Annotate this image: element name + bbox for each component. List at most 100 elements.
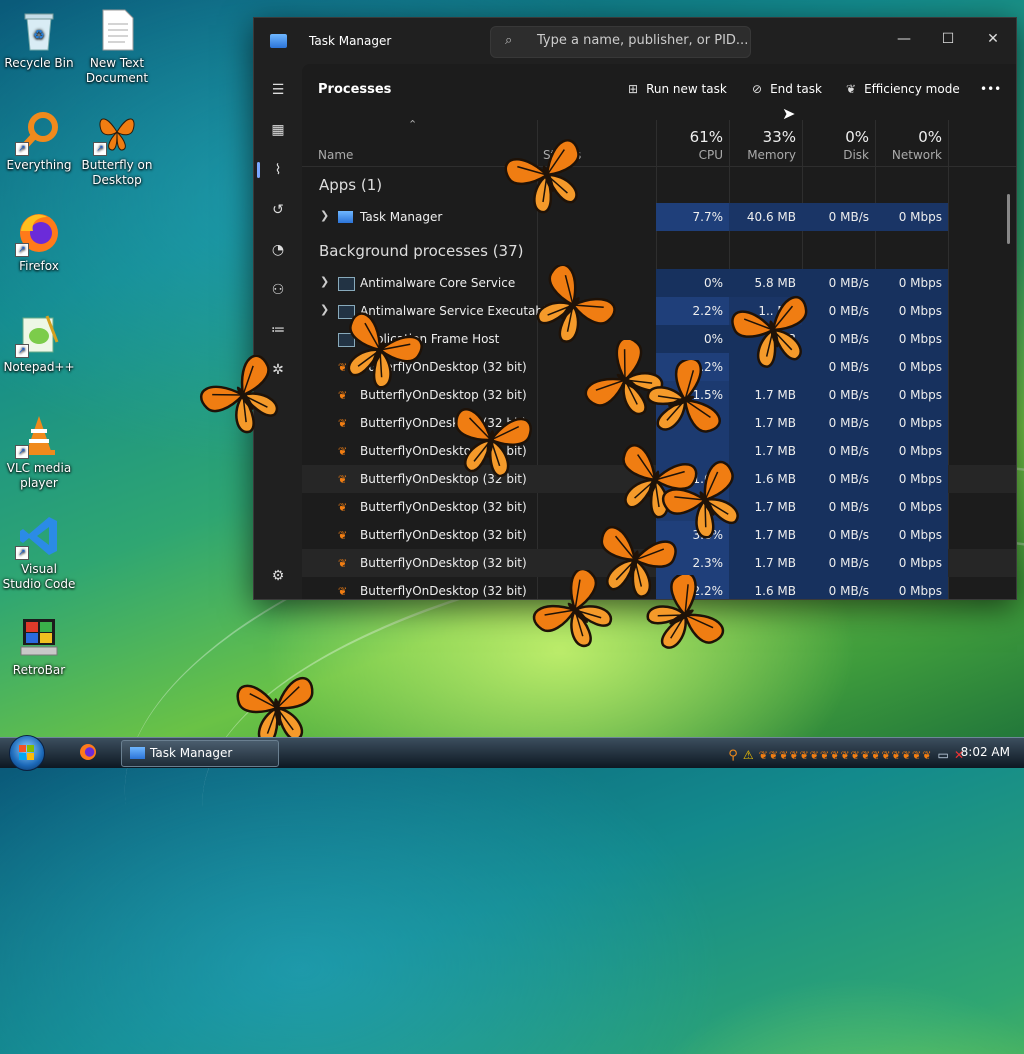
disk-cell: 0 MB/s [802, 381, 875, 409]
magnifier-icon: ↗ [15, 110, 61, 156]
efficiency-mode-button[interactable]: ❦ Efficiency mode [846, 82, 960, 96]
disk-usage-total: 0% [845, 128, 869, 146]
column-disk[interactable]: Disk [802, 148, 869, 162]
desktop-icon-butterfly[interactable]: ↗ Butterfly on Desktop [79, 110, 155, 188]
butterfly-tray-icons[interactable]: ❦❦❦❦❦❦❦❦❦❦❦❦❦❦❦❦❦ [759, 749, 933, 762]
memory-cell: 1.7 MB [729, 409, 802, 437]
processes-icon[interactable]: ▦ [264, 116, 292, 144]
disk-cell: 0 MB/s [802, 409, 875, 437]
search-input[interactable]: ⌕ Type a name, publisher, or PID... [490, 26, 751, 58]
system-tray: ⚲ ⚠ ❦❦❦❦❦❦❦❦❦❦❦❦❦❦❦❦❦ ▭ ✕ [728, 744, 964, 763]
network-cell: 0 Mbps [875, 549, 948, 577]
column-memory[interactable]: Memory [729, 148, 796, 162]
butterfly-process-icon: ❦ [338, 417, 348, 430]
butterfly-sprite [640, 575, 728, 655]
warning-tray-icon[interactable]: ⚠ [743, 748, 754, 762]
desktop-icon-everything[interactable]: ↗ Everything [1, 110, 77, 173]
cpu-cell: 2.2% [656, 297, 729, 325]
network-cell: 0 Mbps [875, 409, 948, 437]
network-cell: 0 Mbps [875, 353, 948, 381]
network-cell: 0 Mbps [875, 269, 948, 297]
network-cell: 0 Mbps [875, 297, 948, 325]
firefox-icon: ↗ [15, 211, 61, 257]
group-header-background: Background processes (37) [319, 242, 524, 260]
vertical-scrollbar[interactable] [1007, 194, 1010, 244]
svg-text:♻: ♻ [33, 28, 45, 43]
vscode-icon: ↗ [15, 514, 61, 560]
display-tray-icon[interactable]: ▭ [938, 748, 949, 762]
disk-cell: 0 MB/s [802, 203, 875, 231]
shortcut-arrow-icon: ↗ [15, 546, 29, 560]
details-icon[interactable]: ≔ [264, 316, 292, 344]
more-options-button[interactable]: ••• [980, 82, 1001, 96]
memory-cell: 1.6 MB [729, 577, 802, 599]
disk-cell: 0 MB/s [802, 437, 875, 465]
start-button[interactable] [9, 735, 45, 771]
vlc-cone-icon: ↗ [15, 413, 61, 459]
startup-apps-icon[interactable]: ◔ [264, 236, 292, 264]
disk-cell: 0 MB/s [802, 465, 875, 493]
window-title: Task Manager [309, 34, 392, 48]
network-cell: 0 Mbps [875, 493, 948, 521]
recycle-bin-icon: ♻ [17, 8, 61, 52]
performance-icon[interactable]: ⌇ [264, 156, 292, 184]
taskbar-button-task-manager[interactable]: Task Manager [121, 740, 279, 767]
network-cell: 0 Mbps [875, 203, 948, 231]
network-usage-total: 0% [918, 128, 942, 146]
title-bar[interactable]: Task Manager ⌕ Type a name, publisher, o… [254, 18, 1016, 64]
hamburger-menu-icon[interactable]: ☰ [264, 76, 292, 104]
column-headers: ⌃ Name Status 61% CPU 33% Memory 0% Disk… [302, 118, 1016, 167]
app-history-icon[interactable]: ↺ [264, 196, 292, 224]
desktop-icon-vscode[interactable]: ↗ Visual Studio Code [1, 514, 77, 592]
butterfly-sprite [502, 136, 592, 215]
shortcut-arrow-icon: ↗ [93, 142, 107, 156]
butterfly-process-icon: ❦ [338, 389, 348, 402]
run-new-task-button[interactable]: ⊞ Run new task [628, 82, 727, 96]
shortcut-arrow-icon: ↗ [15, 142, 29, 156]
desktop-icon-retrobar[interactable]: RetroBar [1, 615, 77, 678]
notepadpp-icon: ↗ [15, 312, 61, 358]
close-button[interactable]: ✕ [970, 24, 1016, 54]
process-row[interactable]: ❯ Antimalware Core Service 0% 5.8 MB 0 M… [302, 269, 1016, 297]
shortcut-arrow-icon: ↗ [15, 344, 29, 358]
taskbar: Task Manager ⚲ ⚠ ❦❦❦❦❦❦❦❦❦❦❦❦❦❦❦❦❦ ▭ ✕ 8… [0, 735, 1024, 771]
column-network[interactable]: Network [875, 148, 942, 162]
expand-chevron-icon[interactable]: ❯ [320, 303, 329, 316]
cpu-usage-total: 61% [689, 128, 723, 146]
task-manager-process-icon [338, 211, 353, 223]
process-row[interactable]: ❯ Task Manager 7.7% 40.6 MB 0 MB/s 0 Mbp… [302, 203, 1016, 231]
desktop-icon-new-text-document[interactable]: New Text Document [79, 8, 155, 86]
column-name[interactable]: Name [318, 148, 353, 162]
butterfly-sprite [728, 293, 818, 370]
selected-indicator [257, 162, 260, 178]
settings-icon[interactable]: ⚙ [264, 562, 292, 590]
page-title: Processes [318, 82, 392, 97]
leaf-icon: ❦ [846, 82, 857, 96]
desktop-icon-firefox[interactable]: ↗ Firefox [1, 211, 77, 274]
expand-chevron-icon[interactable]: ❯ [320, 209, 329, 222]
users-icon[interactable]: ⚇ [264, 276, 292, 304]
butterfly-process-icon: ❦ [338, 529, 348, 542]
network-cell: 0 Mbps [875, 521, 948, 549]
column-cpu[interactable]: CPU [656, 148, 723, 162]
shortcut-arrow-icon: ↗ [15, 445, 29, 459]
butterfly-sprite [235, 675, 321, 748]
memory-usage-total: 33% [762, 128, 796, 146]
end-task-button[interactable]: ⊘ End task [752, 82, 822, 96]
desktop-icon-vlc[interactable]: ↗ VLC media player [1, 413, 77, 491]
expand-chevron-icon[interactable]: ❯ [320, 275, 329, 288]
memory-cell: 40.6 MB [729, 203, 802, 231]
quick-launch-firefox-icon[interactable] [80, 744, 96, 760]
disk-cell: 0 MB/s [802, 493, 875, 521]
desktop-icon-notepadpp[interactable]: ↗ Notepad++ [1, 312, 77, 375]
desktop-icon-recycle-bin[interactable]: ♻ Recycle Bin [1, 8, 77, 71]
everything-tray-icon[interactable]: ⚲ [728, 748, 738, 763]
minimize-button[interactable]: — [881, 24, 927, 54]
taskbar-clock[interactable]: 8:02 AM [961, 745, 1010, 759]
end-task-icon: ⊘ [752, 82, 763, 96]
memory-cell: 1.7 MB [729, 381, 802, 409]
service-window-icon [338, 277, 355, 291]
butterfly-sprite [530, 570, 620, 650]
network-cell: 0 Mbps [875, 381, 948, 409]
maximize-button[interactable]: ☐ [925, 24, 971, 54]
